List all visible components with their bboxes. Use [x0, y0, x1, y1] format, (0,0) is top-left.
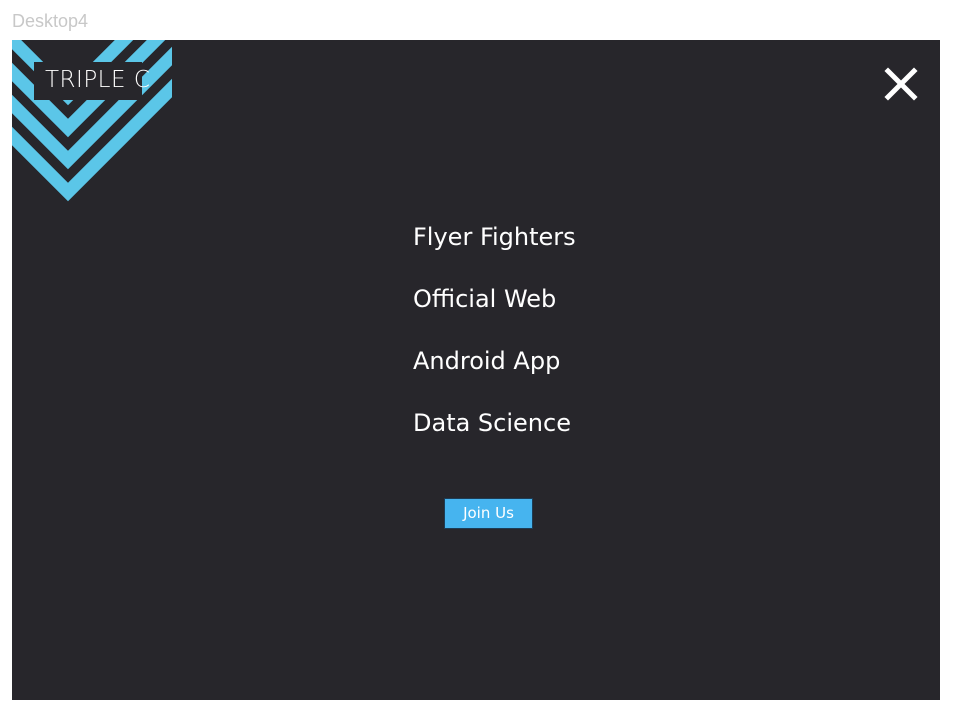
chevron-diamond-logo-icon: [12, 40, 172, 202]
menu-overlay: TRIPLE C Flyer Fighters Official Web And…: [12, 40, 940, 700]
brand-name[interactable]: TRIPLE C: [45, 67, 150, 93]
join-us-button[interactable]: Join Us: [444, 498, 533, 529]
artboard-label: Desktop4: [12, 11, 89, 31]
close-icon[interactable]: [882, 65, 920, 103]
main-nav: Flyer Fighters Official Web Android App …: [413, 216, 576, 464]
nav-item-android-app[interactable]: Android App: [413, 340, 576, 402]
nav-item-flyer-fighters[interactable]: Flyer Fighters: [413, 216, 576, 278]
nav-item-data-science[interactable]: Data Science: [413, 402, 576, 464]
nav-item-official-web[interactable]: Official Web: [413, 278, 576, 340]
